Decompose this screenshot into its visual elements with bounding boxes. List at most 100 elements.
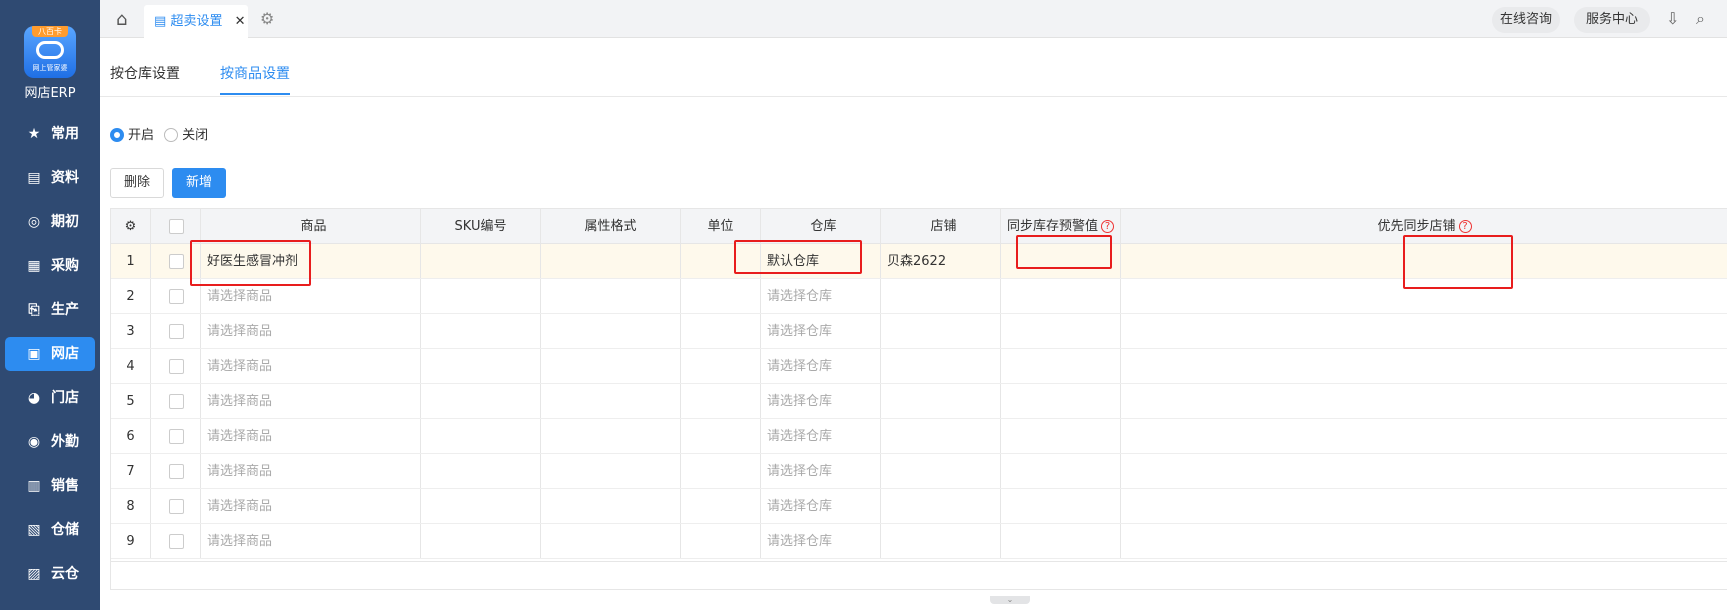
radio-off[interactable]: 关闭 [164, 128, 208, 143]
shop-cell[interactable] [881, 279, 1001, 313]
home-icon[interactable]: ⌂ [116, 9, 127, 30]
row-checkbox[interactable] [169, 324, 184, 339]
row-checkbox[interactable] [169, 254, 184, 269]
product-cell[interactable]: 请选择商品 [201, 419, 421, 453]
radio-off-indicator[interactable] [164, 128, 179, 142]
unit-cell [681, 384, 761, 418]
product-cell[interactable]: 请选择商品 [201, 524, 421, 558]
warn-value-cell[interactable] [1001, 419, 1121, 453]
priority-shop-cell[interactable] [1121, 314, 1727, 348]
warehouse-cell[interactable]: 请选择仓库 [761, 349, 881, 383]
close-icon[interactable]: ✕ [235, 14, 246, 29]
radio-off-label[interactable]: 关闭 [182, 128, 208, 143]
sidebar-item-6[interactable]: ◕ 门店 [5, 381, 95, 415]
warn-value-cell[interactable] [1001, 454, 1121, 488]
row-checkbox[interactable] [169, 534, 184, 549]
shop-cell[interactable] [881, 419, 1001, 453]
warn-value-cell[interactable] [1001, 384, 1121, 418]
gear-icon[interactable]: ⚙ [260, 9, 274, 28]
table-row[interactable]: 7 请选择商品 请选择仓库 [111, 454, 1727, 489]
sidebar-item-0[interactable]: ★ 常用 [5, 117, 95, 151]
row-checkbox[interactable] [169, 464, 184, 479]
sidebar-item-5[interactable]: ▣ 网店 [5, 337, 95, 371]
app-logo[interactable]: 八百卡 网上管家婆 [24, 26, 76, 78]
warehouse-cell[interactable]: 请选择仓库 [761, 419, 881, 453]
help-icon[interactable]: ? [1458, 220, 1472, 233]
warn-value-cell[interactable] [1001, 279, 1121, 313]
priority-shop-cell[interactable] [1121, 349, 1727, 383]
radio-on[interactable]: 开启 [110, 128, 154, 143]
shop-cell[interactable] [881, 489, 1001, 523]
warehouse-cell[interactable]: 请选择仓库 [761, 489, 881, 523]
table-footer [111, 561, 1727, 589]
column-settings-icon[interactable]: ⚙ [111, 209, 151, 243]
sidebar-item-2[interactable]: ◎ 期初 [5, 205, 95, 239]
shop-cell[interactable] [881, 314, 1001, 348]
priority-shop-cell[interactable] [1121, 454, 1727, 488]
priority-shop-cell[interactable] [1121, 419, 1727, 453]
sidebar-item-8[interactable]: ▥ 销售 [5, 469, 95, 503]
cloud-icon [36, 41, 64, 59]
sidebar-item-7[interactable]: ◉ 外勤 [5, 425, 95, 459]
priority-shop-cell[interactable] [1121, 384, 1727, 418]
table-row[interactable]: 6 请选择商品 请选择仓库 [111, 419, 1727, 454]
radio-on-indicator[interactable] [110, 128, 124, 142]
warn-value-cell[interactable] [1001, 524, 1121, 558]
collapse-chevron-icon[interactable]: ⌄ [990, 596, 1030, 604]
row-checkbox[interactable] [169, 359, 184, 374]
chart-icon: ▥ [27, 478, 41, 494]
shop-cell[interactable] [881, 384, 1001, 418]
sidebar-item-label: 云仓 [51, 566, 79, 582]
warehouse-cell[interactable]: 请选择仓库 [761, 454, 881, 488]
add-button[interactable]: 新增 [172, 168, 226, 198]
warehouse-cell[interactable]: 请选择仓库 [761, 314, 881, 348]
row-checkbox[interactable] [169, 394, 184, 409]
help-icon[interactable]: ? [1101, 220, 1114, 233]
table-row[interactable]: 4 请选择商品 请选择仓库 [111, 349, 1727, 384]
tab-by-product[interactable]: 按商品设置 [220, 63, 290, 83]
shop-cell[interactable]: 贝森2622 [881, 244, 1001, 278]
sidebar-item-4[interactable]: ⎘ 生产 [5, 293, 95, 327]
row-index: 1 [111, 244, 151, 278]
warehouse-cell[interactable]: 请选择仓库 [761, 524, 881, 558]
priority-shop-cell[interactable] [1121, 524, 1727, 558]
tab-by-warehouse[interactable]: 按仓库设置 [110, 63, 180, 83]
shop-cell[interactable] [881, 454, 1001, 488]
warn-value-cell[interactable] [1001, 349, 1121, 383]
header-attr: 属性格式 [541, 209, 681, 243]
sidebar-item-1[interactable]: ▤ 资料 [5, 161, 95, 195]
header-checkbox-cell [151, 209, 201, 243]
product-cell[interactable]: 请选择商品 [201, 454, 421, 488]
service-center-button[interactable]: 服务中心 [1574, 7, 1650, 33]
warn-value-cell[interactable] [1001, 314, 1121, 348]
sidebar-item-3[interactable]: ▦ 采购 [5, 249, 95, 283]
shop-cell[interactable] [881, 349, 1001, 383]
product-cell[interactable]: 请选择商品 [201, 314, 421, 348]
shop-cell[interactable] [881, 524, 1001, 558]
product-cell[interactable]: 请选择商品 [201, 384, 421, 418]
row-checkbox[interactable] [169, 289, 184, 304]
warehouse-cell[interactable]: 请选择仓库 [761, 279, 881, 313]
delete-button[interactable]: 删除 [110, 168, 164, 198]
row-checkbox[interactable] [169, 429, 184, 444]
product-cell[interactable]: 请选择商品 [201, 349, 421, 383]
product-cell[interactable]: 请选择商品 [201, 489, 421, 523]
tab-oversell-settings[interactable]: ▤ 超卖设置 ✕ [144, 5, 248, 38]
row-checkbox[interactable] [169, 499, 184, 514]
row-checkbox-cell [151, 419, 201, 453]
online-consult-button[interactable]: 在线咨询 [1492, 7, 1560, 33]
warehouse-cell[interactable]: 请选择仓库 [761, 384, 881, 418]
sidebar-item-10[interactable]: ▨ 云仓 [5, 557, 95, 591]
table-row[interactable]: 8 请选择商品 请选择仓库 [111, 489, 1727, 524]
priority-shop-cell[interactable] [1121, 489, 1727, 523]
table-row[interactable]: 5 请选择商品 请选择仓库 [111, 384, 1727, 419]
warn-value-cell[interactable] [1001, 489, 1121, 523]
radio-on-label[interactable]: 开启 [128, 128, 154, 143]
sidebar-item-9[interactable]: ▧ 仓储 [5, 513, 95, 547]
sidebar-item-label: 网店 [51, 346, 79, 362]
table-row[interactable]: 9 请选择商品 请选择仓库 [111, 524, 1727, 559]
search-icon[interactable]: ⌕ [1696, 9, 1705, 29]
table-row[interactable]: 3 请选择商品 请选择仓库 [111, 314, 1727, 349]
cloud-download-icon[interactable]: ⇩ [1666, 9, 1679, 28]
select-all-checkbox[interactable] [169, 219, 184, 234]
